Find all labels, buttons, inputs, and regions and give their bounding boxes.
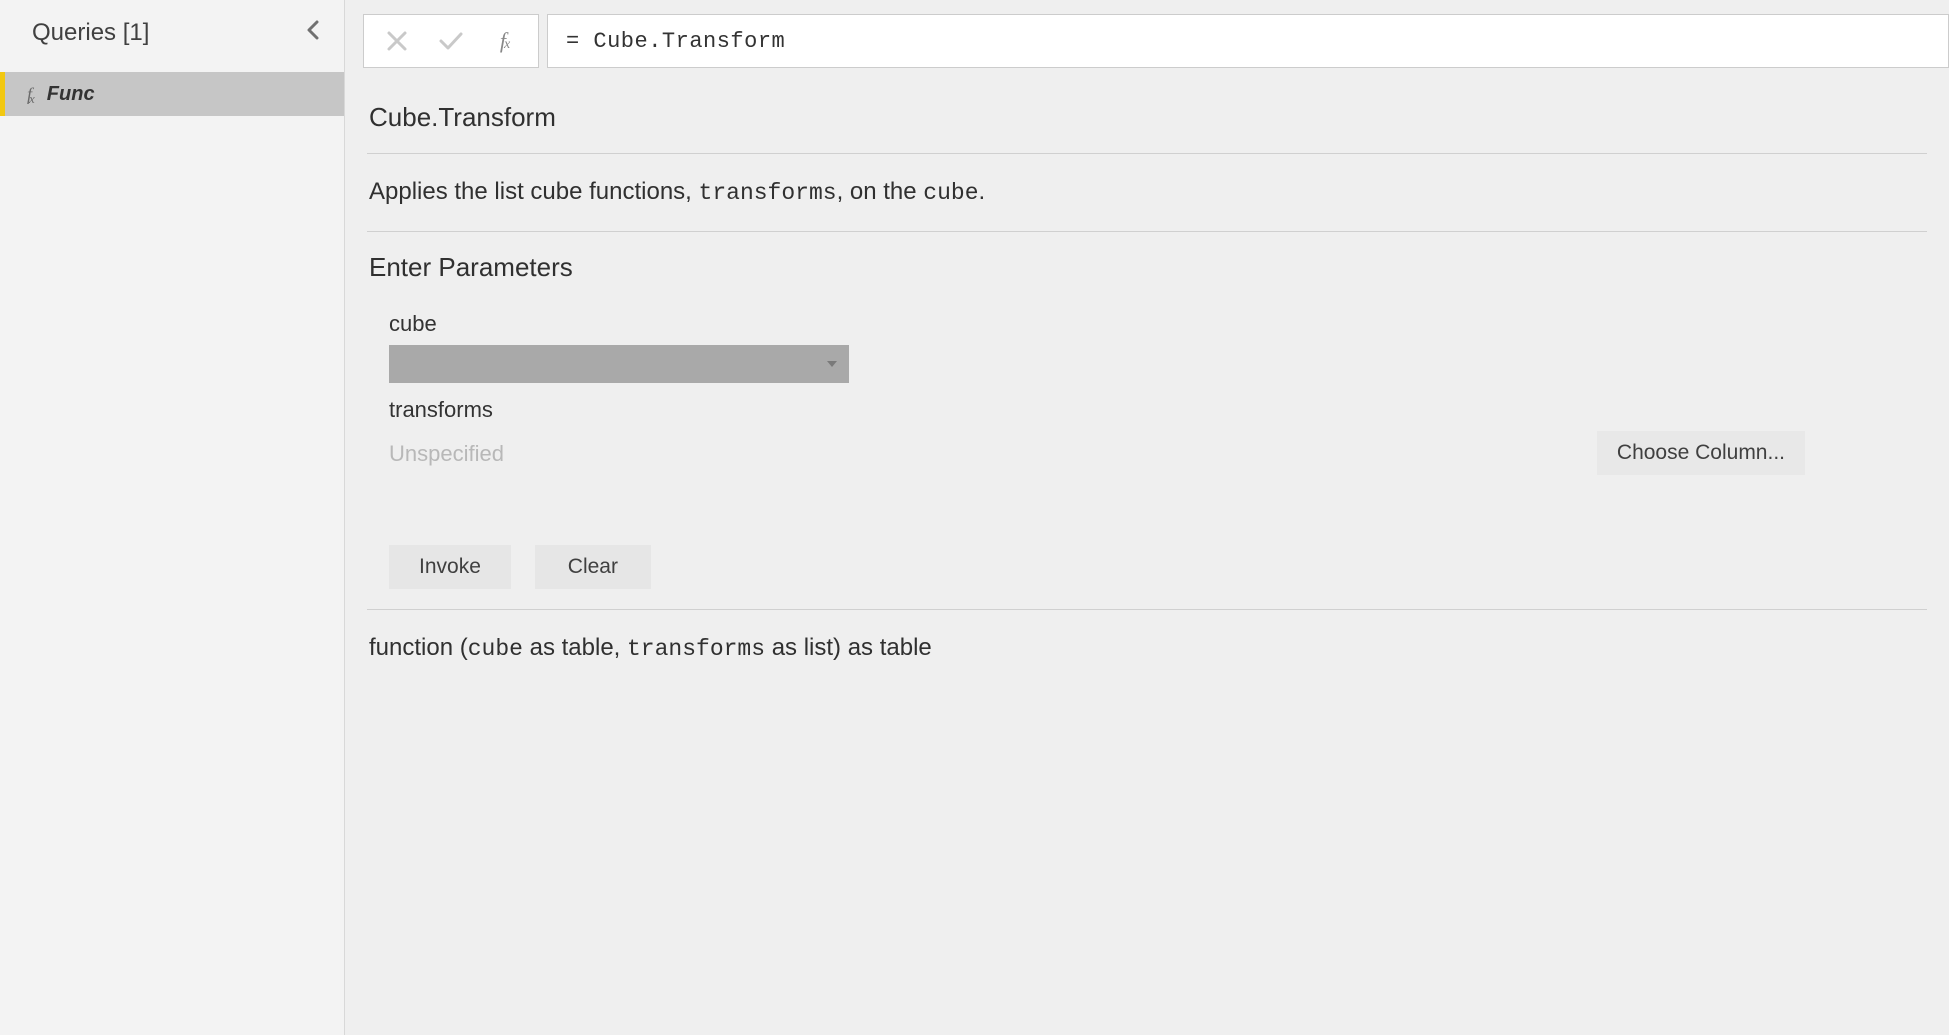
sig-mono: cube xyxy=(468,636,523,662)
function-name: Cube.Transform xyxy=(369,102,1925,133)
desc-text: . xyxy=(979,178,986,205)
sig-text: function ( xyxy=(369,634,468,661)
sidebar-header: Queries [1] xyxy=(0,0,344,72)
parameters-header: Enter Parameters xyxy=(369,252,1925,283)
desc-text: , on the xyxy=(837,178,924,205)
query-item-label: Func xyxy=(47,83,95,106)
commit-formula-icon[interactable] xyxy=(424,15,478,67)
sig-mono: transforms xyxy=(627,636,765,662)
param-transforms-value: Unspecified xyxy=(389,441,504,467)
main-panel: fx = Cube.Transform Cube.Transform Appli… xyxy=(345,0,1949,1035)
function-description: Applies the list cube functions, transfo… xyxy=(369,174,1925,211)
collapse-sidebar-icon[interactable] xyxy=(302,16,324,50)
fx-formula-icon[interactable]: fx xyxy=(478,15,532,67)
function-description-section: Applies the list cube functions, transfo… xyxy=(367,154,1927,232)
app-root: Queries [1] fx Func fx = Cube.Transform xyxy=(0,0,1949,1035)
fx-icon: fx xyxy=(27,84,35,105)
formula-input[interactable]: = Cube.Transform xyxy=(547,14,1949,68)
clear-button[interactable]: Clear xyxy=(535,545,651,589)
queries-sidebar: Queries [1] fx Func xyxy=(0,0,345,1035)
param-transforms-row: Unspecified Choose Column... xyxy=(389,431,1925,475)
desc-text: Applies the list cube functions, xyxy=(369,178,699,205)
choose-column-button[interactable]: Choose Column... xyxy=(1597,431,1805,475)
sig-text: as list) as table xyxy=(765,634,932,661)
desc-mono: cube xyxy=(923,180,978,206)
formula-text: = Cube.Transform xyxy=(566,29,785,54)
function-signature: function (cube as table, transforms as l… xyxy=(367,610,1927,686)
formula-tools: fx xyxy=(363,14,539,68)
param-cube-dropdown[interactable] xyxy=(389,345,849,383)
function-content: Cube.Transform Applies the list cube fun… xyxy=(345,68,1949,1035)
parameters-section: Enter Parameters cube transforms Unspeci… xyxy=(367,232,1927,610)
queries-title: Queries [1] xyxy=(32,19,149,47)
desc-mono: transforms xyxy=(699,180,837,206)
invoke-button[interactable]: Invoke xyxy=(389,545,511,589)
parameters-body: cube transforms Unspecified Choose Colum… xyxy=(369,311,1925,589)
param-cube-label: cube xyxy=(389,311,1925,337)
action-buttons: Invoke Clear xyxy=(389,545,1925,589)
cancel-formula-icon[interactable] xyxy=(370,15,424,67)
formula-bar-row: fx = Cube.Transform xyxy=(345,0,1949,68)
sig-text: as table, xyxy=(523,634,627,661)
param-transforms-label: transforms xyxy=(389,397,1925,423)
query-item-func[interactable]: fx Func xyxy=(0,72,344,116)
function-title-section: Cube.Transform xyxy=(367,82,1927,154)
